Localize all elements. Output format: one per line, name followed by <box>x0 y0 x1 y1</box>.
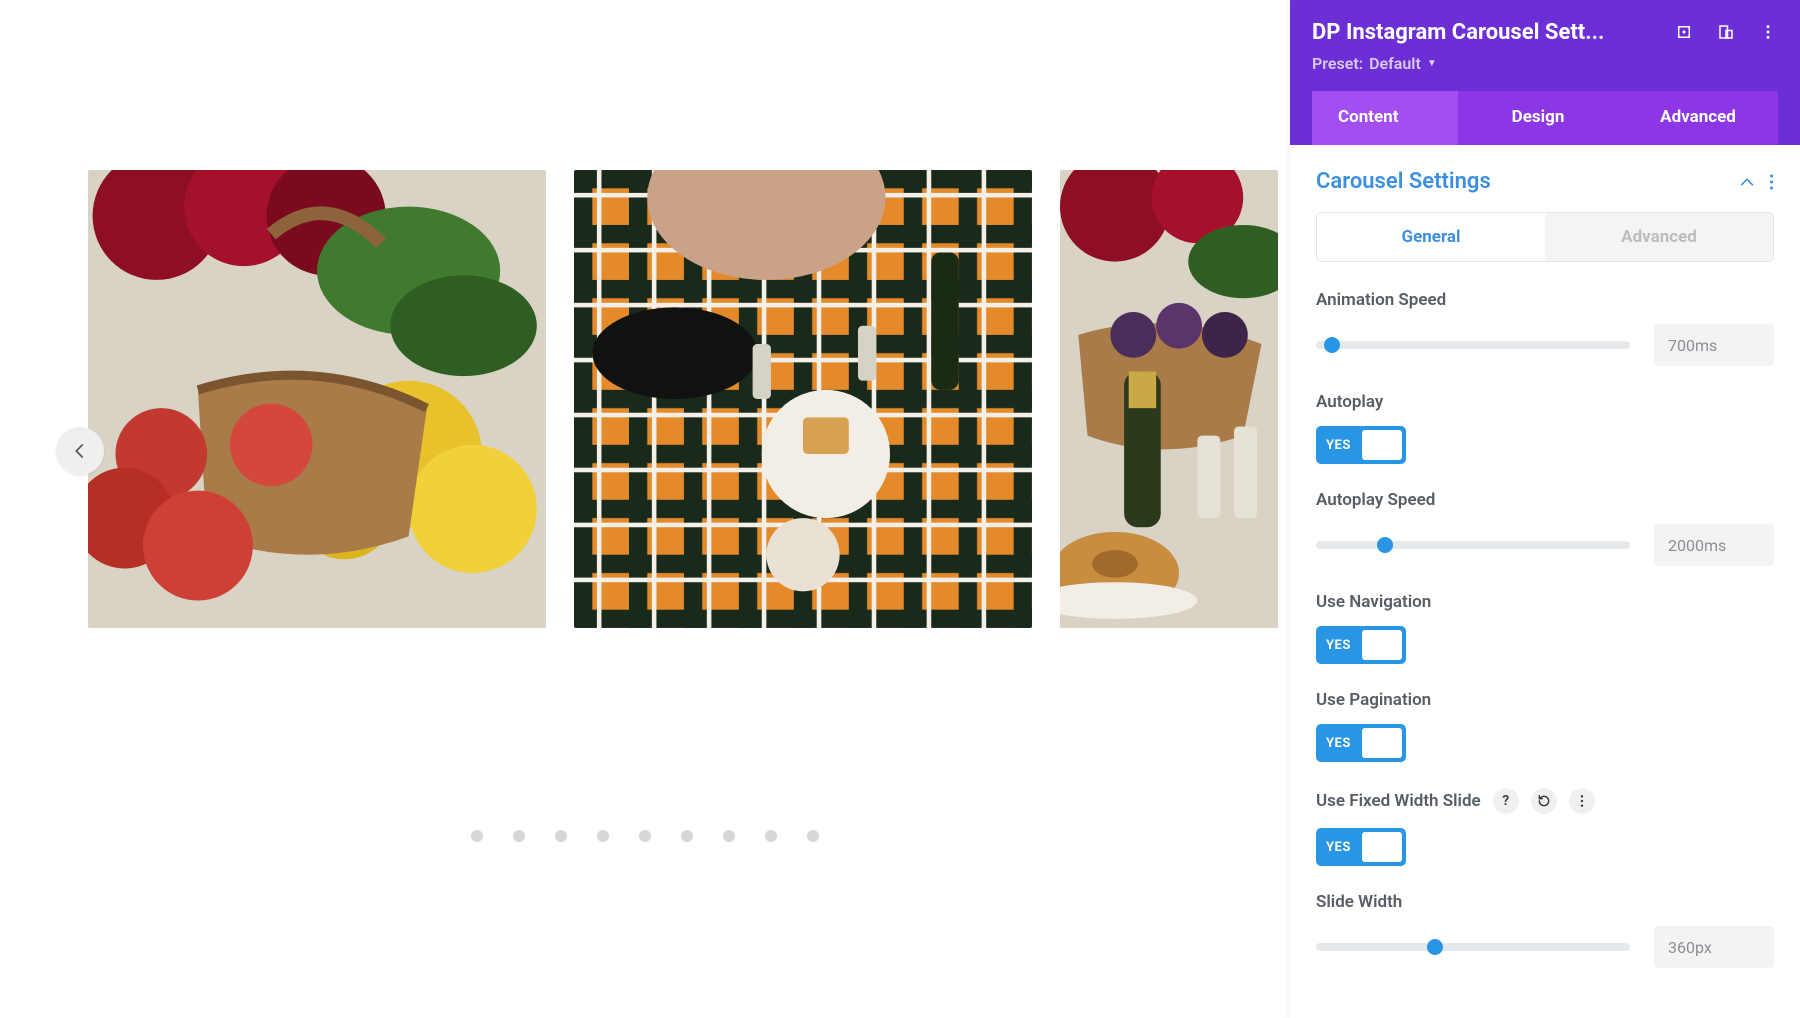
caret-down-icon: ▼ <box>1427 58 1437 69</box>
autoplay-toggle[interactable]: YES <box>1316 426 1406 464</box>
subtab-advanced[interactable]: Advanced <box>1545 213 1773 261</box>
kebab-menu-icon[interactable] <box>1758 22 1778 42</box>
field-slide-width: Slide Width 360px <box>1316 892 1774 968</box>
panel-body: Carousel Settings General Advanced Anima… <box>1290 145 1800 1018</box>
pagination-dot[interactable] <box>765 830 777 842</box>
panel-header: DP Instagram Carousel Sett... Preset: De… <box>1290 0 1800 145</box>
toggle-label: YES <box>1316 638 1351 653</box>
field-label: Use Pagination <box>1316 690 1431 710</box>
section-title: Carousel Settings <box>1316 169 1491 194</box>
animation-speed-slider[interactable] <box>1316 341 1630 349</box>
animation-speed-value[interactable]: 700ms <box>1654 324 1774 366</box>
pagination-dot[interactable] <box>681 830 693 842</box>
pagination-dot[interactable] <box>597 830 609 842</box>
tab-design[interactable]: Design <box>1458 91 1618 145</box>
kebab-menu-icon[interactable] <box>1569 788 1595 814</box>
help-icon[interactable]: ? <box>1493 788 1519 814</box>
slide-width-slider[interactable] <box>1316 943 1630 951</box>
slider-thumb[interactable] <box>1427 939 1443 955</box>
field-label: Use Navigation <box>1316 592 1431 612</box>
pagination-dot[interactable] <box>471 830 483 842</box>
field-use-navigation: Use Navigation YES <box>1316 592 1774 664</box>
slider-thumb[interactable] <box>1324 337 1340 353</box>
expand-icon[interactable] <box>1674 22 1694 42</box>
toggle-knob <box>1362 430 1402 460</box>
carousel-prev-button[interactable] <box>56 427 104 475</box>
field-animation-speed: Animation Speed 700ms <box>1316 290 1774 366</box>
chevron-left-icon <box>71 442 89 460</box>
field-label: Autoplay <box>1316 392 1383 412</box>
panel-tabs: Content Design Advanced <box>1312 91 1778 145</box>
preview-canvas <box>0 0 1290 1018</box>
field-label: Animation Speed <box>1316 290 1446 310</box>
pagination-dot[interactable] <box>723 830 735 842</box>
field-label: Use Fixed Width Slide <box>1316 791 1481 811</box>
slide-width-value[interactable]: 360px <box>1654 926 1774 968</box>
field-autoplay-speed: Autoplay Speed 2000ms <box>1316 490 1774 566</box>
field-label: Autoplay Speed <box>1316 490 1435 510</box>
pagination-dot[interactable] <box>555 830 567 842</box>
subtab-general[interactable]: General <box>1317 213 1545 261</box>
carousel-slide[interactable] <box>1060 170 1278 628</box>
pagination-dot[interactable] <box>807 830 819 842</box>
kebab-menu-icon[interactable] <box>1769 173 1774 191</box>
settings-panel: DP Instagram Carousel Sett... Preset: De… <box>1290 0 1800 1018</box>
slider-thumb[interactable] <box>1377 537 1393 553</box>
toggle-knob <box>1362 630 1402 660</box>
autoplay-speed-slider[interactable] <box>1316 541 1630 549</box>
panel-title: DP Instagram Carousel Sett... <box>1312 20 1652 46</box>
section-subtabs: General Advanced <box>1316 212 1774 262</box>
reset-icon[interactable] <box>1531 788 1557 814</box>
use-navigation-toggle[interactable]: YES <box>1316 626 1406 664</box>
tab-content[interactable]: Content <box>1312 91 1458 145</box>
toggle-knob <box>1362 832 1402 862</box>
chevron-up-icon[interactable] <box>1739 174 1755 190</box>
tab-advanced[interactable]: Advanced <box>1618 91 1778 145</box>
responsive-icon[interactable] <box>1716 22 1736 42</box>
toggle-label: YES <box>1316 840 1351 855</box>
use-pagination-toggle[interactable]: YES <box>1316 724 1406 762</box>
toggle-label: YES <box>1316 736 1351 751</box>
section-header[interactable]: Carousel Settings <box>1316 169 1774 194</box>
field-use-pagination: Use Pagination YES <box>1316 690 1774 762</box>
toggle-knob <box>1362 728 1402 758</box>
field-autoplay: Autoplay YES <box>1316 392 1774 464</box>
field-label: Slide Width <box>1316 892 1402 912</box>
preset-value: Default <box>1369 54 1421 73</box>
field-use-fixed-width: Use Fixed Width Slide ? YES <box>1316 788 1774 866</box>
carousel-slide[interactable] <box>88 170 546 628</box>
carousel-slide[interactable] <box>574 170 1032 628</box>
pagination-dot[interactable] <box>513 830 525 842</box>
preset-label: Preset: <box>1312 54 1363 73</box>
carousel <box>88 170 1268 628</box>
autoplay-speed-value[interactable]: 2000ms <box>1654 524 1774 566</box>
toggle-label: YES <box>1316 438 1351 453</box>
pagination-dot[interactable] <box>639 830 651 842</box>
preset-dropdown[interactable]: Preset: Default ▼ <box>1312 46 1778 91</box>
carousel-pagination <box>0 830 1290 842</box>
use-fixed-width-toggle[interactable]: YES <box>1316 828 1406 866</box>
